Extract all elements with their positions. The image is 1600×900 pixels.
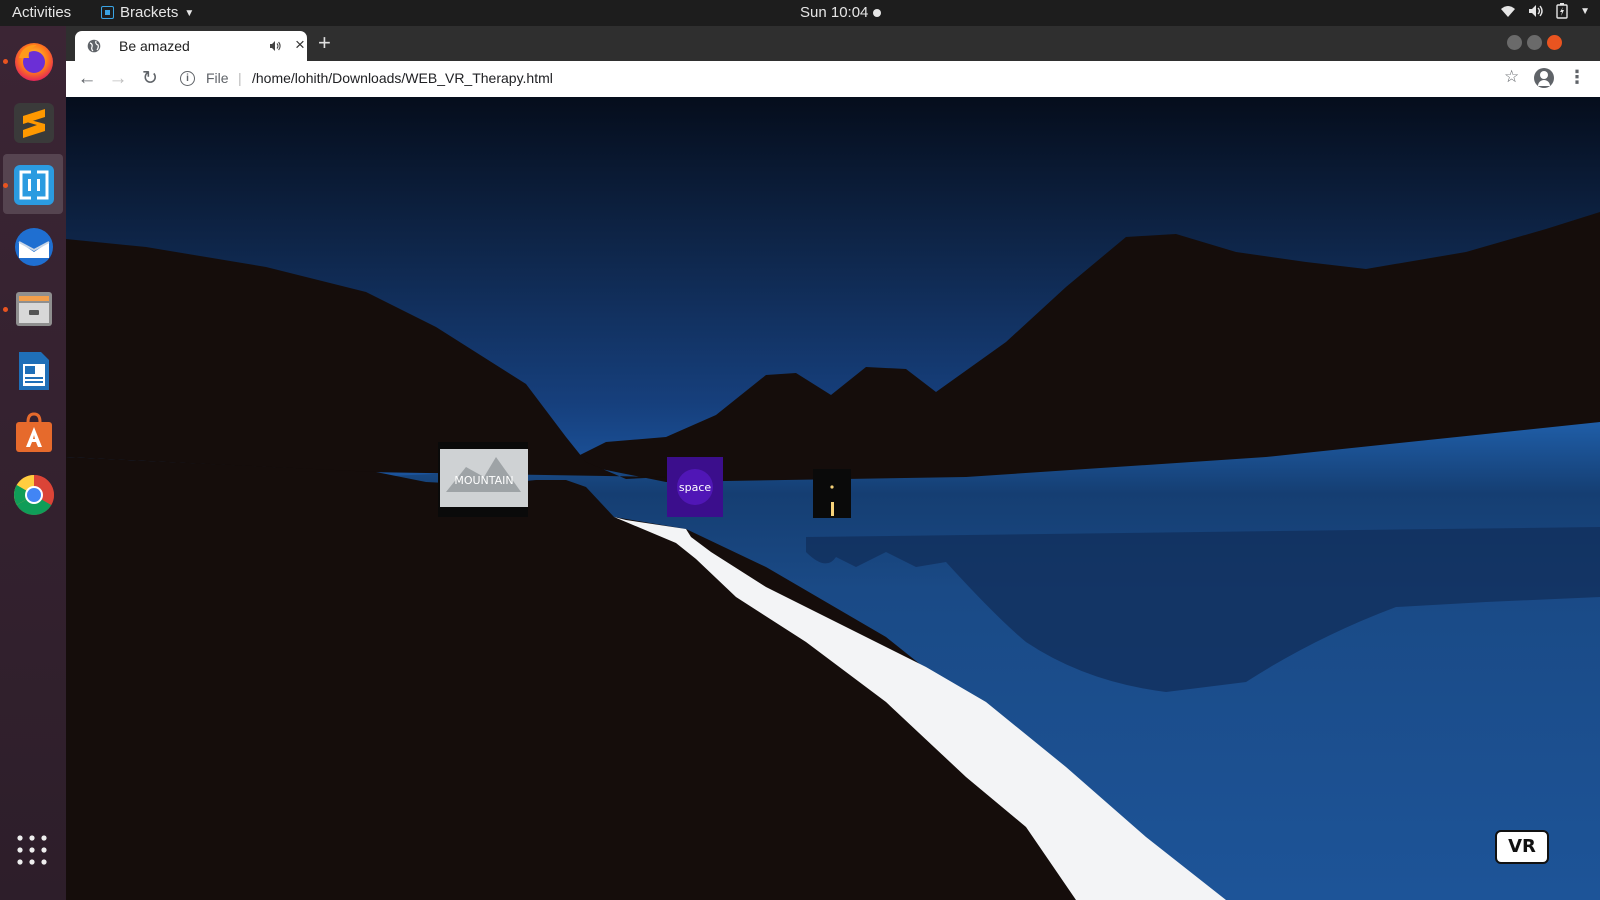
dock [0,26,66,900]
thunderbird-icon [15,228,53,266]
brackets-icon [14,165,54,205]
files-icon [16,292,52,326]
clock-label: Sun 10:04 [800,4,869,21]
dock-item-writer[interactable] [3,340,63,400]
tab-close-icon[interactable]: × [295,35,305,55]
notification-dot-icon [873,8,882,17]
night-video-panel[interactable] [813,469,851,518]
minimize-icon[interactable] [1507,35,1522,50]
app-menu[interactable]: Brackets ▼ [101,4,194,21]
bookmark-star-icon[interactable]: ☆ [1504,67,1519,87]
system-menu-chevron-icon: ▼ [1580,5,1590,17]
dock-item-sublime[interactable] [3,92,63,152]
activities-button[interactable]: Activities [12,4,71,21]
vr-scene-canvas[interactable]: MOUNTAIN space VR [66,97,1600,900]
firefox-icon [15,43,53,81]
dock-item-brackets[interactable] [3,154,63,214]
show-applications-icon[interactable] [16,834,48,866]
close-window-icon[interactable] [1547,35,1562,50]
forward-arrow-icon[interactable]: → [106,67,130,91]
maximize-icon[interactable] [1527,35,1542,50]
clock[interactable]: Sun 10:04 [800,4,882,21]
brackets-small-icon [101,6,114,19]
url-scheme-label: File [206,70,229,86]
wifi-icon [1501,6,1516,17]
running-indicator [3,183,8,188]
vr-scene: MOUNTAIN space [66,97,1600,900]
dock-item-software[interactable] [3,402,63,462]
globe-icon [87,39,101,53]
tab-strip: Be amazed × + [66,26,1600,61]
profile-avatar-icon[interactable] [1534,68,1554,88]
chevron-down-icon: ▼ [184,8,195,19]
space-video-panel[interactable]: space [667,457,723,517]
address-bar[interactable]: i File | /home/lohith/Downloads/WEB_VR_T… [174,65,1494,93]
space-panel-label: space [679,481,712,494]
running-indicator [3,307,8,312]
audio-playing-icon[interactable] [269,40,282,52]
info-icon[interactable]: i [180,71,195,86]
back-arrow-icon[interactable]: ← [75,67,99,91]
dock-item-firefox[interactable] [3,30,63,90]
tab-be-amazed[interactable]: Be amazed × [75,31,307,61]
volume-icon [1529,5,1543,17]
tab-title: Be amazed [119,38,190,54]
dock-item-chrome[interactable] [3,464,63,524]
dock-item-files[interactable] [3,278,63,338]
new-tab-button[interactable]: + [318,30,331,56]
vr-button[interactable]: VR [1495,830,1549,864]
url-separator: | [238,70,242,86]
mountain-video-panel[interactable]: MOUNTAIN [438,442,528,517]
battery-icon [1556,3,1568,19]
system-tray[interactable]: ▼ [1500,3,1590,19]
app-menu-label: Brackets [120,4,179,21]
top-bar: Activities Brackets ▼ Sun 10:04 ▼ [0,0,1600,26]
software-icon [16,412,52,452]
dock-item-thunderbird[interactable] [3,216,63,276]
running-indicator [3,59,8,64]
url-text[interactable]: /home/lohith/Downloads/WEB_VR_Therapy.ht… [252,70,553,86]
sublime-icon [14,103,54,143]
browser-toolbar: ← → ↻ i File | /home/lohith/Downloads/WE… [66,61,1600,98]
writer-icon [19,352,49,390]
chrome-icon [14,475,54,515]
reload-icon[interactable]: ↻ [138,67,162,91]
more-menu-icon[interactable]: ⋮ [1568,67,1586,88]
mountain-panel-label: MOUNTAIN [454,474,513,487]
